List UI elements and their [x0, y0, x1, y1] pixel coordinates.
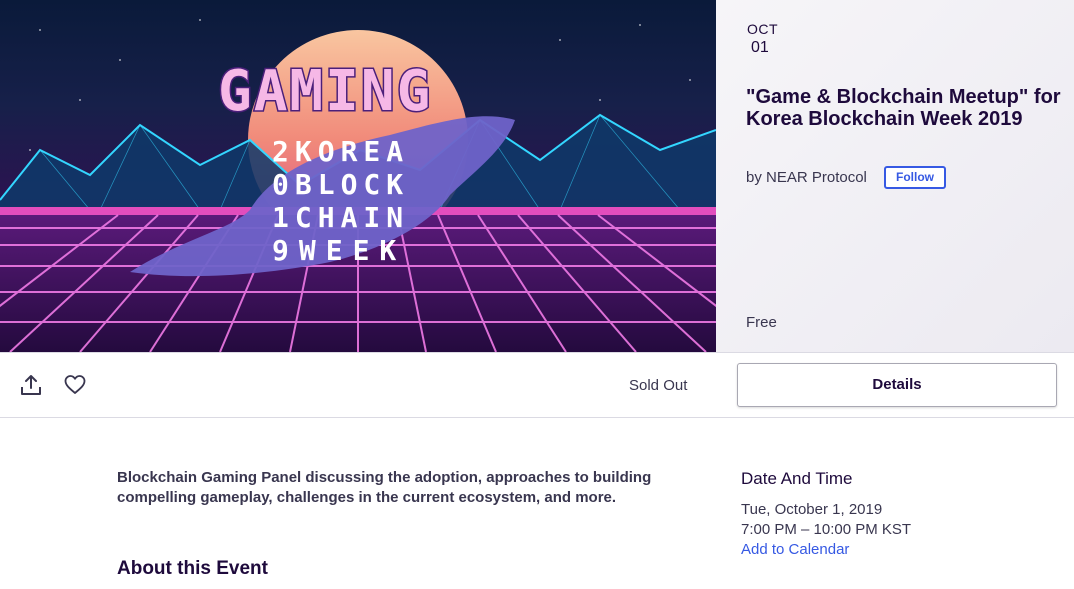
- ticket-status: Sold Out: [629, 377, 688, 394]
- details-button[interactable]: Details: [737, 363, 1057, 407]
- event-summary: Blockchain Gaming Panel discussing the a…: [117, 469, 652, 506]
- follow-button[interactable]: Follow: [884, 166, 946, 189]
- event-month: OCT: [747, 21, 779, 37]
- action-bar: Sold Out Details: [0, 352, 1074, 418]
- like-button[interactable]: [63, 373, 87, 397]
- add-to-calendar-link[interactable]: Add to Calendar: [741, 541, 849, 558]
- event-price: Free: [746, 314, 777, 331]
- hero-line-1: 2KOREA: [272, 135, 409, 168]
- organizer-name[interactable]: by NEAR Protocol: [746, 169, 867, 186]
- event-date: Tue, October 1, 2019: [741, 501, 883, 518]
- share-button[interactable]: [19, 373, 43, 397]
- hero-gaming-text: GAMING: [218, 59, 432, 124]
- hero-line-2: 0BLOCK: [272, 168, 409, 201]
- event-title: "Game & Blockchain Meetup" for Korea Blo…: [746, 86, 1061, 130]
- date-time-heading: Date And Time: [741, 469, 853, 488]
- synthwave-artwork: GAMING 2KOREA 0BLOCK 1CHAIN 9WEEK: [0, 19, 716, 352]
- hero-line-4: 9WEEK: [272, 234, 406, 267]
- share-icon: [21, 375, 41, 395]
- event-day: 01: [751, 39, 769, 56]
- about-heading: About this Event: [117, 558, 268, 579]
- event-time: 7:00 PM – 10:00 PM KST: [741, 521, 912, 538]
- event-hero-image: GAMING 2KOREA 0BLOCK 1CHAIN 9WEEK: [0, 0, 716, 352]
- heart-icon: [64, 375, 86, 394]
- hero-line-3: 1CHAIN: [272, 201, 409, 234]
- event-header-panel: OCT 01 "Game & Blockchain Meetup" for Ko…: [716, 0, 1074, 352]
